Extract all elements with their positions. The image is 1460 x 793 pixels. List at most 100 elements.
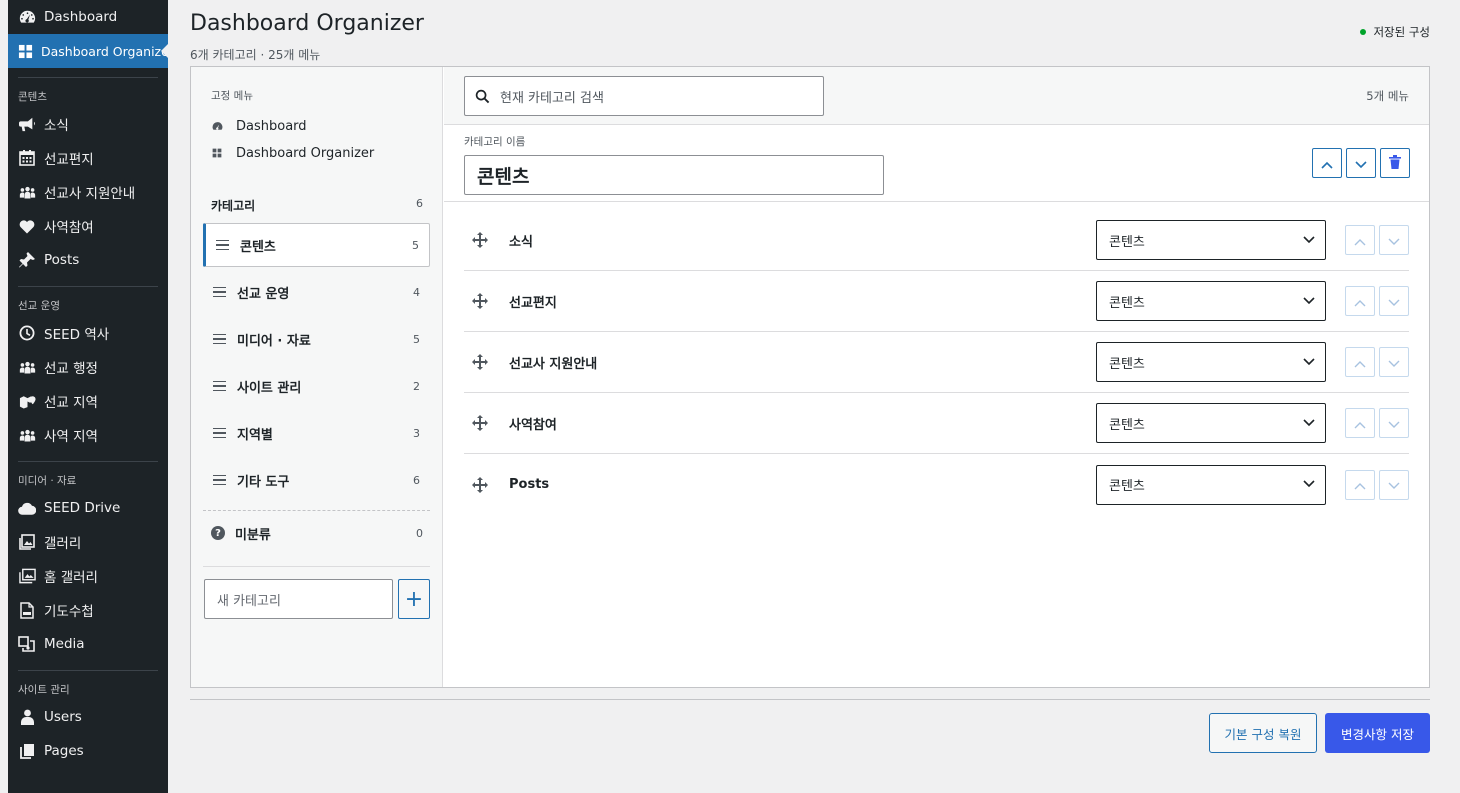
- chevron-down-icon: [1303, 294, 1315, 309]
- category-item[interactable]: 선교 운영 4: [203, 270, 430, 314]
- category-item[interactable]: 사이트 관리 2: [203, 364, 430, 408]
- sidebar-item-posts[interactable]: Posts: [8, 243, 168, 277]
- sidebar-item-seed-drive[interactable]: SEED Drive: [8, 491, 168, 525]
- move-icon[interactable]: [466, 476, 494, 493]
- category-select[interactable]: 콘텐츠: [1096, 220, 1326, 260]
- chevron-down-icon: [1388, 353, 1400, 372]
- question-icon: ?: [211, 526, 225, 540]
- move-up-button[interactable]: [1345, 469, 1375, 500]
- category-editor: 현재 카테고리 검색 5개 메뉴 카테고리 이름 콘텐츠 소식 콘텐츠 선교편지…: [444, 67, 1429, 687]
- fixed-item-label: Dashboard Organizer: [236, 145, 375, 161]
- category-select-value: 콘텐츠: [1109, 295, 1145, 311]
- drag-handle-icon[interactable]: [213, 474, 227, 486]
- status-dot-icon: [1360, 29, 1367, 35]
- chevron-up-icon: [1354, 231, 1366, 250]
- move-up-button[interactable]: [1345, 286, 1375, 316]
- sidebar-item-prayer-notes[interactable]: 기도수첩: [8, 593, 168, 627]
- dashboard-icon: [211, 121, 223, 132]
- sidebar-item-dashboard-organizer[interactable]: Dashboard Organizer: [8, 34, 168, 68]
- move-down-button[interactable]: [1379, 469, 1409, 500]
- drag-handle-icon[interactable]: [213, 380, 227, 392]
- category-select[interactable]: 콘텐츠: [1096, 464, 1326, 505]
- category-count: 5: [413, 332, 420, 346]
- move-up-button[interactable]: [1345, 347, 1375, 377]
- move-icon[interactable]: [466, 415, 494, 431]
- sidebar-item-gallery[interactable]: 갤러리: [8, 525, 168, 559]
- category-select[interactable]: 콘텐츠: [1096, 281, 1326, 321]
- sidebar-item-label: Users: [44, 709, 82, 725]
- heart-icon: [18, 217, 36, 235]
- delete-category-button[interactable]: [1380, 148, 1410, 178]
- sidebar-item-mission-letters[interactable]: 선교편지: [8, 141, 168, 175]
- category-name: 사이트 관리: [237, 380, 302, 396]
- images-icon: [18, 567, 36, 585]
- sidebar-item-media[interactable]: Media: [8, 627, 168, 661]
- category-name-input[interactable]: 콘텐츠: [464, 155, 884, 195]
- sidebar-item-label: Pages: [44, 743, 84, 759]
- category-item[interactable]: 미디어 · 자료 5: [203, 317, 430, 361]
- add-category-button[interactable]: +: [398, 579, 430, 619]
- move-category-down-button[interactable]: [1346, 148, 1376, 178]
- move-icon[interactable]: [466, 232, 494, 248]
- menu-name: 사역참여: [509, 417, 557, 433]
- admin-sidebar: Dashboard Dashboard Organizer 콘텐츠 소식 선교편…: [8, 0, 168, 793]
- sidebar-item-news[interactable]: 소식: [8, 107, 168, 141]
- category-select-value: 콘텐츠: [1109, 234, 1145, 250]
- category-item[interactable]: 지역별 3: [203, 411, 430, 455]
- status-indicator: 저장된 구성: [1360, 24, 1430, 40]
- move-down-button[interactable]: [1379, 347, 1409, 377]
- menu-name: 선교편지: [509, 295, 557, 311]
- sidebar-item-seed-history[interactable]: SEED 역사: [8, 316, 168, 350]
- move-icon[interactable]: [466, 293, 494, 309]
- clock-icon: [18, 324, 36, 342]
- save-changes-button[interactable]: 변경사항 저장: [1325, 713, 1430, 753]
- drag-handle-icon[interactable]: [213, 427, 227, 439]
- category-select[interactable]: 콘텐츠: [1096, 403, 1326, 443]
- move-icon[interactable]: [466, 354, 494, 370]
- uncategorized-item[interactable]: ? 미분류 0: [211, 523, 423, 543]
- sidebar-separator: [18, 461, 158, 462]
- sidebar-group-title: 선교 운영: [18, 300, 60, 312]
- category-name: 기타 도구: [237, 474, 290, 490]
- drag-handle-icon[interactable]: [213, 286, 227, 298]
- fixed-menu-title: 고정 메뉴: [211, 90, 253, 102]
- footer-divider: [190, 699, 1430, 700]
- sidebar-separator: [18, 286, 158, 287]
- sidebar-item-pages[interactable]: Pages: [8, 734, 168, 768]
- move-down-button[interactable]: [1379, 225, 1409, 255]
- move-up-button[interactable]: [1345, 408, 1375, 438]
- sidebar-item-mission-region[interactable]: 선교 지역: [8, 384, 168, 418]
- move-up-button[interactable]: [1345, 225, 1375, 255]
- reset-defaults-button[interactable]: 기본 구성 복원: [1209, 713, 1317, 753]
- category-select-value: 콘텐츠: [1109, 356, 1145, 372]
- chevron-up-icon: [1354, 414, 1366, 433]
- status-text: 저장된 구성: [1373, 25, 1430, 39]
- sidebar-item-label: SEED Drive: [44, 500, 121, 516]
- category-select[interactable]: 콘텐츠: [1096, 342, 1326, 382]
- sidebar-item-dashboard[interactable]: Dashboard: [8, 0, 168, 34]
- fixed-item-dashboard-organizer: Dashboard Organizer: [211, 143, 374, 163]
- sidebar-item-users[interactable]: Users: [8, 700, 168, 734]
- chevron-down-icon: [1355, 154, 1367, 173]
- sidebar-item-mission-admin[interactable]: 선교 행정: [8, 350, 168, 384]
- move-down-button[interactable]: [1379, 286, 1409, 316]
- sidebar-item-ministry-region[interactable]: 사역 지역: [8, 418, 168, 452]
- sidebar-item-ministry[interactable]: 사역참여: [8, 209, 168, 243]
- drag-handle-icon[interactable]: [213, 333, 227, 345]
- drag-handle-icon[interactable]: [216, 239, 230, 251]
- sidebar-item-home-gallery[interactable]: 홈 갤러리: [8, 559, 168, 593]
- category-item[interactable]: 기타 도구 6: [203, 458, 430, 502]
- new-category-input[interactable]: 새 카테고리: [204, 579, 393, 619]
- search-placeholder: 현재 카테고리 검색: [500, 90, 604, 106]
- category-count: 3: [413, 426, 420, 440]
- sidebar-item-missionary-support[interactable]: 선교사 지원안내: [8, 175, 168, 209]
- category-item[interactable]: 콘텐츠 5: [203, 223, 430, 267]
- pdf-icon: [18, 601, 36, 619]
- chevron-down-icon: [1388, 292, 1400, 311]
- move-category-up-button[interactable]: [1312, 148, 1342, 178]
- category-count: 4: [413, 285, 420, 299]
- menu-row: Posts 콘텐츠: [464, 454, 1409, 515]
- move-down-button[interactable]: [1379, 408, 1409, 438]
- search-input[interactable]: 현재 카테고리 검색: [464, 76, 824, 116]
- sidebar-group-title: 사이트 관리: [18, 684, 70, 696]
